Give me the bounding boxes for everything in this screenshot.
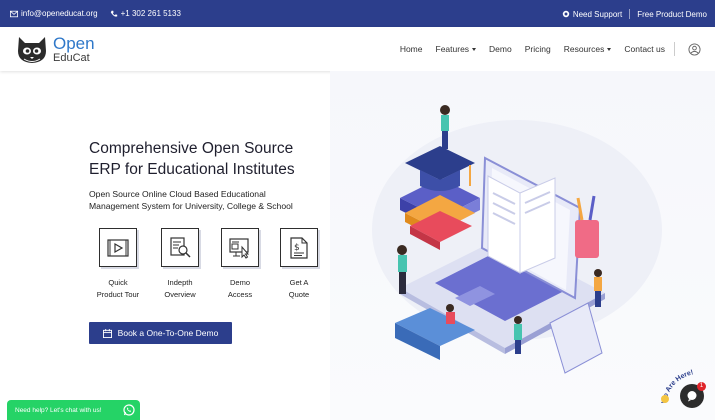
email-text: info@openeducat.org <box>21 9 98 18</box>
svg-text:$: $ <box>294 243 300 253</box>
hero-subtitle-line1: Open Source Online Cloud Based Education… <box>89 189 266 199</box>
need-support-link[interactable]: Need Support <box>562 9 622 19</box>
nav-item-features-label: Features <box>435 44 470 54</box>
nav-menu: Home Features Demo Pricing Resources Con… <box>387 42 701 56</box>
feature-label: Quick Product Tour <box>97 277 139 300</box>
whatsapp-chat-bar[interactable]: Need help? Let's chat with us! <box>7 400 140 420</box>
hero-title-line1: Comprehensive Open Source <box>89 140 294 157</box>
nav-item-pricing[interactable]: Pricing <box>525 44 551 54</box>
nav-item-pricing-label: Pricing <box>524 44 551 54</box>
chevron-down-icon <box>472 47 477 51</box>
feature-box[interactable] <box>161 228 199 267</box>
feature-label-line2: Quote <box>288 289 310 299</box>
nav-item-demo[interactable]: Demo <box>489 44 512 54</box>
logo[interactable]: Open EduCat <box>15 33 95 65</box>
feature-indepth-overview[interactable]: Indepth Overview <box>151 228 209 300</box>
nav-item-demo-label: Demo <box>489 44 512 54</box>
feature-label-line1: Get A <box>289 278 309 287</box>
laptop-books-illustration <box>395 105 605 374</box>
feature-product-tour[interactable]: Quick Product Tour <box>89 228 147 300</box>
feature-label-line2: Product Tour <box>96 289 140 299</box>
feature-label-line2: Access <box>227 289 253 299</box>
book-demo-label: Book a One-To-One Demo <box>117 328 219 338</box>
book-demo-button[interactable]: Book a One-To-One Demo <box>89 322 232 344</box>
user-circle-icon <box>688 42 701 56</box>
topbar-divider <box>629 9 631 19</box>
feature-label: Demo Access <box>228 277 252 300</box>
notification-badge: 1 <box>697 382 706 391</box>
feature-label-line2: Overview <box>164 289 196 299</box>
nav-item-home-label: Home <box>399 44 423 54</box>
feature-label-line1: Indepth <box>167 278 193 287</box>
chat-text: Need help? Let's chat with us! <box>15 406 102 414</box>
feature-label-line1: Quick <box>108 278 128 287</box>
chat-bubble-icon <box>687 391 697 402</box>
need-support-text: Need Support <box>572 9 623 19</box>
logo-text-open: Open <box>53 33 95 53</box>
main-navbar: Open EduCat Home Features Demo Pricing R… <box>0 27 715 71</box>
whatsapp-icon <box>123 404 135 416</box>
feature-links: Quick Product Tour Indepth Overview Demo… <box>89 228 329 300</box>
hero-title: Comprehensive Open Source ERP for Educat… <box>89 138 349 180</box>
feature-label: Get A Quote <box>289 277 309 300</box>
feature-get-quote[interactable]: $ Get A Quote <box>270 228 328 300</box>
email-link[interactable]: info@openeducat.org <box>10 9 98 18</box>
top-bar: info@openeducat.org +1 302 261 5133 Need… <box>0 0 715 27</box>
chevron-down-icon <box>607 47 612 51</box>
envelope-icon <box>10 10 18 17</box>
nav-item-resources-label: Resources <box>563 44 605 54</box>
feature-box[interactable] <box>221 228 259 267</box>
free-demo-text: Free Product Demo <box>637 9 707 19</box>
nav-item-home[interactable]: Home <box>400 44 423 54</box>
feature-demo-access[interactable]: Demo Access <box>211 228 269 300</box>
nav-divider <box>674 42 675 56</box>
feature-label-line1: Demo <box>229 278 250 287</box>
hero-subtitle: Open Source Online Cloud Based Education… <box>89 189 349 212</box>
phone-link[interactable]: +1 302 261 5133 <box>110 9 181 18</box>
lifebuoy-icon <box>562 10 570 18</box>
nav-item-features[interactable]: Features <box>436 44 477 54</box>
feature-box[interactable] <box>99 228 137 267</box>
phone-icon <box>110 10 117 17</box>
hero-subtitle-line2: Management System for University, Colleg… <box>89 200 293 211</box>
feature-box[interactable]: $ <box>280 228 318 267</box>
user-account-button[interactable] <box>688 42 701 56</box>
nav-item-resources[interactable]: Resources <box>564 44 612 54</box>
dollar-document-icon: $ <box>290 236 308 259</box>
nav-item-contact-label: Contact us <box>624 44 665 54</box>
monitor-cursor-icon <box>229 237 250 259</box>
nav-item-contact[interactable]: Contact us <box>624 44 665 54</box>
hero-title-line2: ERP for Educational Institutes <box>89 161 295 178</box>
document-search-icon <box>170 236 191 258</box>
feature-label: Indepth Overview <box>164 277 195 300</box>
calendar-icon <box>102 328 112 338</box>
logo-text-educat: EduCat <box>53 51 90 64</box>
chat-widget[interactable]: We Are Here! 1 <box>660 366 715 420</box>
video-icon <box>107 238 129 257</box>
free-demo-link[interactable]: Free Product Demo <box>637 9 707 19</box>
phone-text: +1 302 261 5133 <box>120 9 181 18</box>
cat-logo-icon <box>18 37 46 63</box>
